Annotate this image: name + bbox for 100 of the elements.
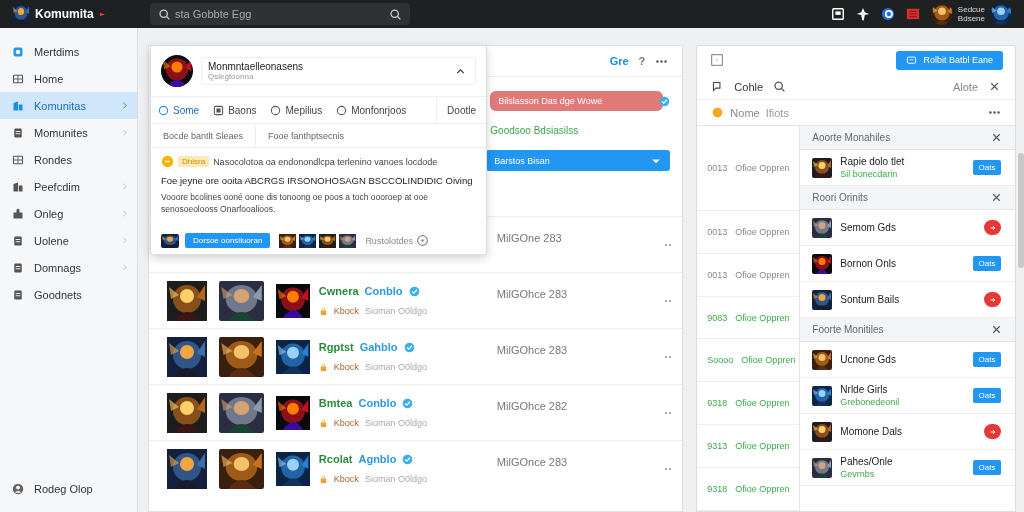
create-button[interactable]: Rolbit Batbl Eane — [896, 50, 1003, 70]
cell-code: 9083 — [707, 312, 728, 323]
user-name: Bdsene — [957, 14, 985, 23]
tab[interactable]: Baons — [206, 97, 264, 123]
app-name: Komumita — [35, 7, 94, 21]
circle-icon — [158, 104, 169, 116]
item-tag: Kbock — [333, 362, 359, 372]
tab[interactable]: Dootle — [436, 97, 486, 123]
sidebar-item[interactable]: Goodnets — [0, 281, 137, 308]
member-name: Rapie dolo tlet — [840, 156, 906, 167]
item-handle[interactable]: Agnblo — [358, 453, 397, 465]
sidebar-item[interactable]: Uolene — [0, 227, 137, 254]
grid-tile-icon — [905, 7, 920, 21]
sidebar-item[interactable]: Momunites — [0, 119, 137, 146]
item-meta: Sioman O0ldgo — [364, 362, 427, 372]
item-name[interactable]: Rcolat — [318, 453, 353, 465]
item-reading: MilGOne 283 — [496, 231, 563, 244]
building-icon — [12, 180, 24, 193]
filter-chip[interactable]: Fooe fanthptsecnis — [256, 124, 357, 147]
tool-label[interactable]: Cohle — [734, 80, 764, 93]
member-name: Semom Gds — [840, 222, 897, 233]
add-button[interactable]: Oats — [973, 256, 1001, 271]
primary-button[interactable]: Dorsoe oonsiluoran — [185, 233, 271, 248]
headline: Foe jeyne ore ooita ABCRGS IRSONOHOSAGN BSCCOLINDIDIC Oiving — [160, 174, 474, 186]
cell-text: Ofioe Oppren — [735, 269, 790, 280]
item-name[interactable]: Rgptst — [318, 341, 354, 353]
tab[interactable]: Monfonrjoos — [329, 97, 414, 123]
sidebar-item[interactable]: Onleg — [0, 200, 137, 227]
group-title: Foorte Monitiles — [812, 324, 884, 335]
tab[interactable]: Mepilius — [263, 97, 330, 123]
chat-icon — [906, 54, 918, 66]
sidebar-item[interactable]: Komunitas — [0, 92, 137, 119]
link[interactable]: Rustolotdes — [365, 235, 413, 246]
circle-logo-icon — [880, 7, 895, 21]
member-name: Nrlde Girls — [840, 384, 889, 395]
title-field[interactable]: Monmntaelleonasens Qslegtoonna — [201, 57, 476, 85]
add-button[interactable]: Oats — [973, 460, 1001, 475]
cell-code: Soooo — [707, 355, 734, 366]
sidebar-item[interactable]: Home — [0, 65, 137, 92]
item-handle[interactable]: Conblo — [364, 285, 403, 297]
search-icon — [389, 7, 402, 21]
member-name: Ucnone Gds — [840, 354, 897, 365]
help-icon — [415, 234, 429, 247]
header-action[interactable]: ? — [638, 55, 646, 67]
header-action[interactable]: Gre — [609, 55, 629, 67]
cell-code: 9318 — [707, 484, 728, 495]
dropdown[interactable]: Barstos Bisan — [486, 150, 671, 171]
add-button[interactable]: Oats — [973, 388, 1001, 403]
sidebar-item[interactable]: Rondes — [0, 146, 137, 173]
search-icon — [773, 80, 787, 93]
building-icon — [12, 99, 24, 112]
item-name[interactable]: Cwnera — [318, 285, 359, 297]
group-title: Aoorte Monahiles — [812, 132, 891, 143]
tab[interactable]: Some — [151, 97, 207, 123]
footer-link[interactable]: Rodeg Olop — [34, 483, 93, 495]
document-icon — [12, 126, 24, 139]
lock-icon — [318, 418, 328, 428]
item-name[interactable]: Bmtea — [318, 397, 353, 409]
item-handle[interactable]: Gahblo — [359, 341, 398, 353]
filter-chip[interactable]: Bocde bantlt Sleaes — [151, 124, 257, 147]
filter-value[interactable]: Ifiots — [765, 106, 982, 119]
remove-button[interactable] — [984, 292, 1001, 307]
window-icon — [830, 7, 845, 21]
search-input[interactable]: sta Gobbte Egg — [175, 8, 385, 20]
add-button[interactable]: Oats — [973, 160, 1001, 175]
cell-code: 0013 — [707, 162, 728, 173]
badge-icon — [12, 45, 24, 58]
member-status: Gevrnbs — [840, 469, 876, 479]
search-bar[interactable]: sta Gobbte Egg — [150, 3, 410, 25]
notice-text: Nasocolotoa oa endonondlcpa terlenino vanoes locdode — [213, 156, 438, 167]
sidebar-item[interactable]: Peefcdim — [0, 173, 137, 200]
user-name: Sedcue — [957, 5, 985, 14]
cell-text: Ofioe Oppren — [741, 355, 796, 366]
cell-code: 9318 — [707, 398, 728, 409]
item-reading: MilGOhce 282 — [496, 399, 569, 412]
member-name: Pahes/Onle — [840, 456, 894, 467]
item-tag: Kbock — [333, 306, 359, 316]
lock-icon — [318, 362, 328, 372]
cell-code: 0013 — [707, 226, 728, 237]
sidebar-item[interactable]: Domnags — [0, 254, 137, 281]
remove-button[interactable] — [984, 220, 1001, 235]
item-meta: Sioman O0ldgo — [364, 306, 427, 316]
cell-code: 0013 — [707, 269, 728, 280]
member-status: Sil bonecdarin — [840, 169, 899, 179]
item-handle[interactable]: Conblo — [358, 397, 397, 409]
cell-text: Ofioe Oppren — [735, 441, 790, 452]
add-button[interactable]: Oats — [973, 352, 1001, 367]
remove-button[interactable] — [984, 424, 1001, 439]
scrollbar[interactable] — [1018, 153, 1024, 268]
search-icon — [158, 7, 171, 21]
check-icon — [659, 95, 671, 107]
sidebar-item[interactable]: Mertdims — [0, 38, 137, 65]
alert-pill: Bilslasson Das dge Wowe — [490, 91, 664, 111]
document-icon — [12, 261, 24, 274]
item-reading: MilGOhce 283 — [496, 343, 569, 356]
cell-text: Ofioe Oppren — [735, 226, 790, 237]
more-link[interactable]: Alote — [952, 80, 978, 93]
arrow-icon — [98, 10, 106, 18]
circle-icon — [270, 104, 282, 116]
square-icon — [213, 104, 225, 116]
